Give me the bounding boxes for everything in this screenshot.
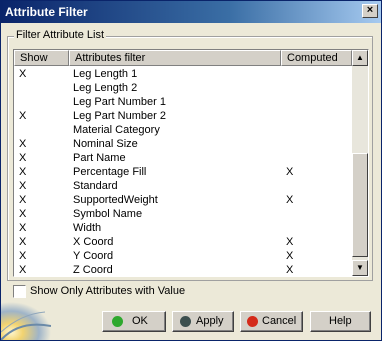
list-item[interactable]: X SupportedWeight X <box>14 193 352 207</box>
list-item[interactable]: X X Coord X <box>14 235 352 249</box>
list-item[interactable]: Leg Length 2 <box>14 81 352 95</box>
row-attribute-name: SupportedWeight <box>73 194 158 206</box>
row-computed-cell: X <box>286 236 294 248</box>
help-label: Help <box>329 315 352 327</box>
row-show-cell: X <box>19 208 27 220</box>
row-computed-cell: X <box>286 264 294 276</box>
list-item[interactable]: X Standard <box>14 179 352 193</box>
list-rows: X Leg Length 1 Leg Length 2 Leg Part Number… <box>14 67 352 276</box>
list-item[interactable]: X Nominal Size <box>14 137 352 151</box>
red-dot-icon <box>247 316 258 327</box>
list-item[interactable]: X Symbol Name <box>14 207 352 221</box>
cancel-button[interactable]: Cancel <box>240 311 303 332</box>
list-item[interactable]: Leg Part Number 1 <box>14 95 352 109</box>
row-attribute-name: Part Name <box>73 152 126 164</box>
list-item[interactable]: X Z Coord X <box>14 263 352 276</box>
row-computed-cell: X <box>286 194 294 206</box>
row-attribute-name: Z Coord <box>73 264 113 276</box>
row-show-cell: X <box>19 138 27 150</box>
list-item[interactable]: Material Category <box>14 123 352 137</box>
row-attribute-name: Nominal Size <box>73 138 138 150</box>
title-bar[interactable]: Attribute Filter × <box>1 1 381 23</box>
row-attribute-name: Leg Part Number 2 <box>73 110 166 122</box>
row-show-cell: X <box>19 110 27 122</box>
green-dot-icon <box>112 316 123 327</box>
row-show-cell: X <box>19 166 27 178</box>
row-attribute-name: Percentage Fill <box>73 166 147 178</box>
scroll-thumb[interactable] <box>352 153 368 257</box>
show-only-with-value-checkbox[interactable] <box>13 285 26 298</box>
help-button[interactable]: Help <box>310 311 371 332</box>
row-show-cell: X <box>19 180 27 192</box>
column-header-computed[interactable]: Computed <box>281 50 352 66</box>
row-computed-cell: X <box>286 166 294 178</box>
row-attribute-name: Leg Part Number 1 <box>73 96 166 108</box>
list-item[interactable]: X Percentage Fill X <box>14 165 352 179</box>
list-item[interactable]: X Leg Length 1 <box>14 67 352 81</box>
attribute-filter-dialog: Attribute Filter × Filter Attribute List… <box>0 0 382 341</box>
row-show-cell: X <box>19 194 27 206</box>
apply-button[interactable]: Apply <box>172 311 234 332</box>
list-header: Show Attributes filter Computed <box>14 50 352 66</box>
vertical-scrollbar[interactable]: ▲ ▼ <box>352 50 368 276</box>
row-show-cell: X <box>19 236 27 248</box>
list-item[interactable]: X Y Coord X <box>14 249 352 263</box>
row-show-cell: X <box>19 264 27 276</box>
window-title: Attribute Filter <box>5 5 88 19</box>
scroll-down-button[interactable]: ▼ <box>352 260 368 276</box>
close-icon[interactable]: × <box>362 4 378 18</box>
dark-dot-icon <box>180 316 191 327</box>
row-attribute-name: Leg Length 2 <box>73 82 138 94</box>
ok-button[interactable]: OK <box>102 311 166 332</box>
row-computed-cell: X <box>286 250 294 262</box>
row-show-cell: X <box>19 250 27 262</box>
row-attribute-name: Y Coord <box>73 250 114 262</box>
ok-label: OK <box>132 315 148 327</box>
row-show-cell: X <box>19 222 27 234</box>
catia-logo-icon <box>1 302 51 340</box>
column-header-attributes-filter[interactable]: Attributes filter <box>69 50 281 66</box>
column-header-show[interactable]: Show <box>14 50 69 66</box>
cancel-label: Cancel <box>262 315 297 327</box>
scroll-up-button[interactable]: ▲ <box>352 50 368 66</box>
row-attribute-name: Material Category <box>73 124 160 136</box>
list-item[interactable]: X Part Name <box>14 151 352 165</box>
list-item[interactable]: X Width <box>14 221 352 235</box>
row-attribute-name: X Coord <box>73 236 114 248</box>
show-only-with-value-label[interactable]: Show Only Attributes with Value <box>30 285 185 297</box>
row-attribute-name: Leg Length 1 <box>73 68 138 80</box>
row-attribute-name: Width <box>73 222 102 234</box>
row-show-cell: X <box>19 152 27 164</box>
list-item[interactable]: X Leg Part Number 2 <box>14 109 352 123</box>
attribute-list[interactable]: Show Attributes filter Computed X Leg Len… <box>13 49 369 277</box>
row-show-cell: X <box>19 68 27 80</box>
apply-label: Apply <box>196 315 224 327</box>
row-attribute-name: Symbol Name <box>73 208 143 220</box>
group-label: Filter Attribute List <box>14 29 107 41</box>
row-attribute-name: Standard <box>73 180 118 192</box>
attribute-list-content: Show Attributes filter Computed X Leg Len… <box>14 50 352 276</box>
